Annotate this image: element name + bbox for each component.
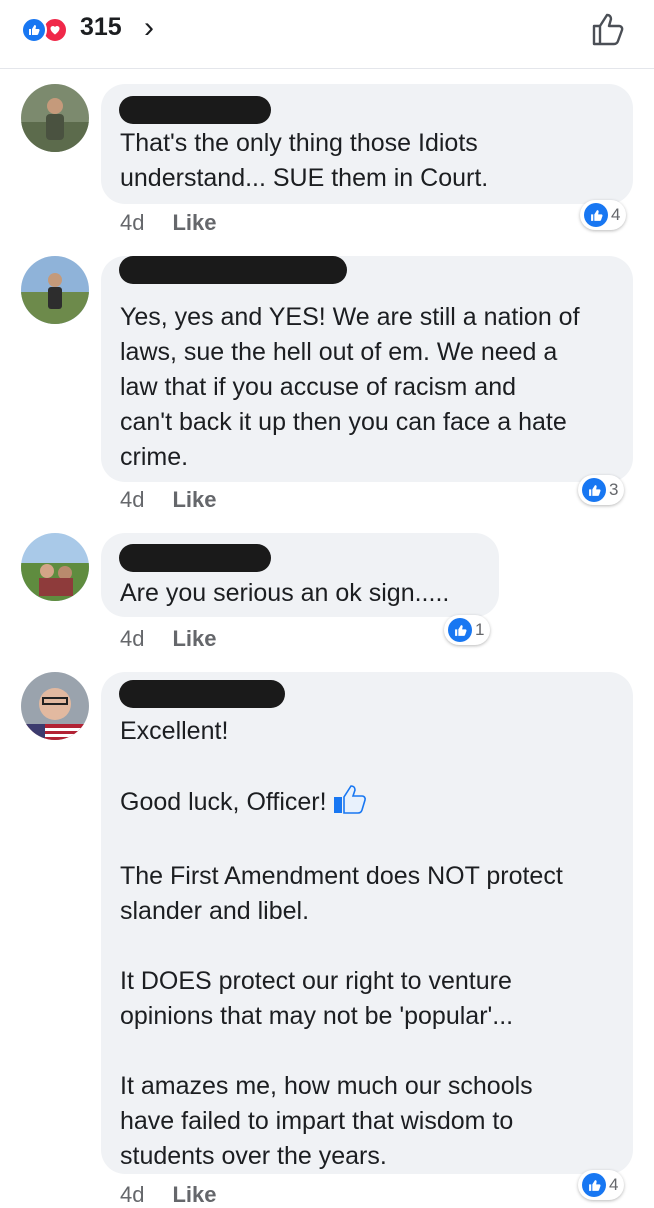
comment: Yes, yes and YES! We are still a nation … — [0, 256, 654, 516]
comment: Excellent! Good luck, Officer! The First A… — [0, 672, 654, 1207]
avatar[interactable] — [21, 256, 89, 324]
reaction-chip[interactable]: 4 — [578, 1170, 625, 1200]
thumbs-up-icon — [584, 203, 608, 227]
reaction-number: 4 — [609, 1175, 619, 1194]
reaction-chip[interactable]: 4 — [580, 200, 627, 230]
thumbs-up-icon — [582, 478, 606, 502]
comment-bubble: Excellent! Good luck, Officer! The First A… — [101, 672, 633, 1174]
comment-meta: 4d Like — [120, 626, 217, 652]
comment-text: Excellent! Good luck, Officer! The First A… — [120, 717, 563, 1170]
comment: That's the only thing those Idiots unders… — [0, 84, 654, 244]
like-button[interactable]: Like — [172, 626, 216, 651]
reaction-number: 4 — [611, 205, 621, 224]
timestamp: 4d — [120, 487, 145, 512]
redacted-name — [119, 96, 271, 124]
redacted-name — [119, 680, 285, 708]
thumbs-up-icon — [448, 618, 472, 642]
comment-text: That's the only thing those Idiots unders… — [120, 129, 489, 192]
comment-meta: 4d Like — [120, 487, 217, 513]
timestamp: 4d — [120, 1182, 145, 1207]
reaction-count[interactable]: 315 — [80, 13, 122, 42]
thumbs-up-emoji-icon — [333, 784, 367, 824]
comment-bubble: Yes, yes and YES! We are still a nation … — [101, 256, 633, 482]
comment-text: Yes, yes and YES! We are still a nation … — [120, 303, 580, 471]
reaction-chip[interactable]: 1 — [444, 615, 491, 645]
reaction-number: 1 — [475, 620, 485, 639]
avatar[interactable] — [21, 672, 89, 740]
comment-text: Are you serious an ok sign..... — [120, 579, 450, 607]
reactions-header: 315 › — [0, 0, 654, 69]
chevron-right-icon[interactable]: › — [144, 11, 154, 45]
like-button[interactable]: Like — [172, 210, 216, 235]
reaction-chip[interactable]: 3 — [578, 475, 625, 505]
like-reaction-icon — [21, 17, 47, 43]
timestamp: 4d — [120, 626, 145, 651]
redacted-name — [119, 256, 347, 284]
comment-meta: 4d Like — [120, 210, 217, 236]
comment-bubble: Are you serious an ok sign..... — [101, 533, 499, 617]
reaction-number: 3 — [609, 480, 619, 499]
comment-bubble: That's the only thing those Idiots unders… — [101, 84, 633, 204]
comment-meta: 4d Like — [120, 1182, 217, 1208]
like-button[interactable]: Like — [172, 1182, 216, 1207]
timestamp: 4d — [120, 210, 145, 235]
redacted-name — [119, 544, 271, 572]
reaction-icons[interactable] — [21, 17, 77, 43]
avatar[interactable] — [21, 533, 89, 601]
thumbs-up-icon — [582, 1173, 606, 1197]
like-button[interactable]: Like — [172, 487, 216, 512]
comment: Are you serious an ok sign..... 4d Like 1 — [0, 533, 654, 653]
avatar[interactable] — [21, 84, 89, 152]
like-outline-icon[interactable] — [590, 10, 628, 48]
